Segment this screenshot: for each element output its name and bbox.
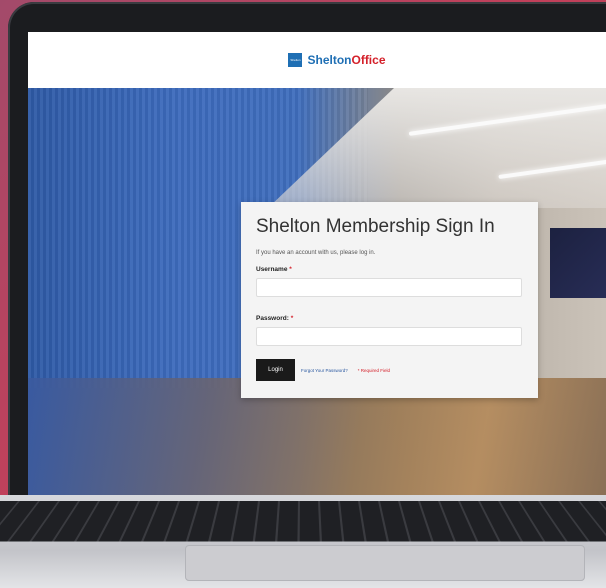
laptop-screen: Shelton SheltonOffice Shelton Membership… — [28, 32, 606, 498]
username-label-text: Username — [256, 266, 288, 273]
login-card: Shelton Membership Sign In If you have a… — [241, 202, 538, 398]
site-header: Shelton SheltonOffice — [28, 32, 606, 88]
username-input[interactable] — [256, 278, 522, 297]
login-title: Shelton Membership Sign In — [256, 216, 495, 237]
keyboard-keys — [0, 501, 606, 542]
password-label: Password: * — [256, 315, 523, 322]
login-button[interactable]: Login — [256, 359, 295, 381]
wall-monitor — [550, 228, 606, 298]
login-actions: Login Forgot Your Password? * Required F… — [256, 359, 523, 381]
password-label-text: Password: — [256, 315, 289, 322]
forgot-password-link[interactable]: Forgot Your Password? — [301, 368, 348, 373]
logo-wordmark-primary: Shelton — [307, 53, 352, 67]
shelton-logo-icon: Shelton — [288, 53, 303, 67]
login-intro-text: If you have an account with us, please l… — [256, 250, 376, 256]
password-input[interactable] — [256, 327, 522, 346]
shelton-office-logo[interactable]: Shelton SheltonOffice — [288, 53, 386, 67]
logo-wordmark: SheltonOffice — [307, 53, 385, 67]
logo-wordmark-accent: Office — [351, 53, 386, 67]
required-field-note: * Required Field — [357, 367, 391, 373]
trackpad — [185, 545, 585, 581]
laptop-bezel: Shelton SheltonOffice Shelton Membership… — [8, 2, 606, 507]
password-required-mark: * — [290, 315, 294, 322]
laptop-keyboard-deck — [0, 495, 606, 588]
username-label: Username * — [256, 266, 523, 273]
username-required-mark: * — [289, 266, 292, 273]
